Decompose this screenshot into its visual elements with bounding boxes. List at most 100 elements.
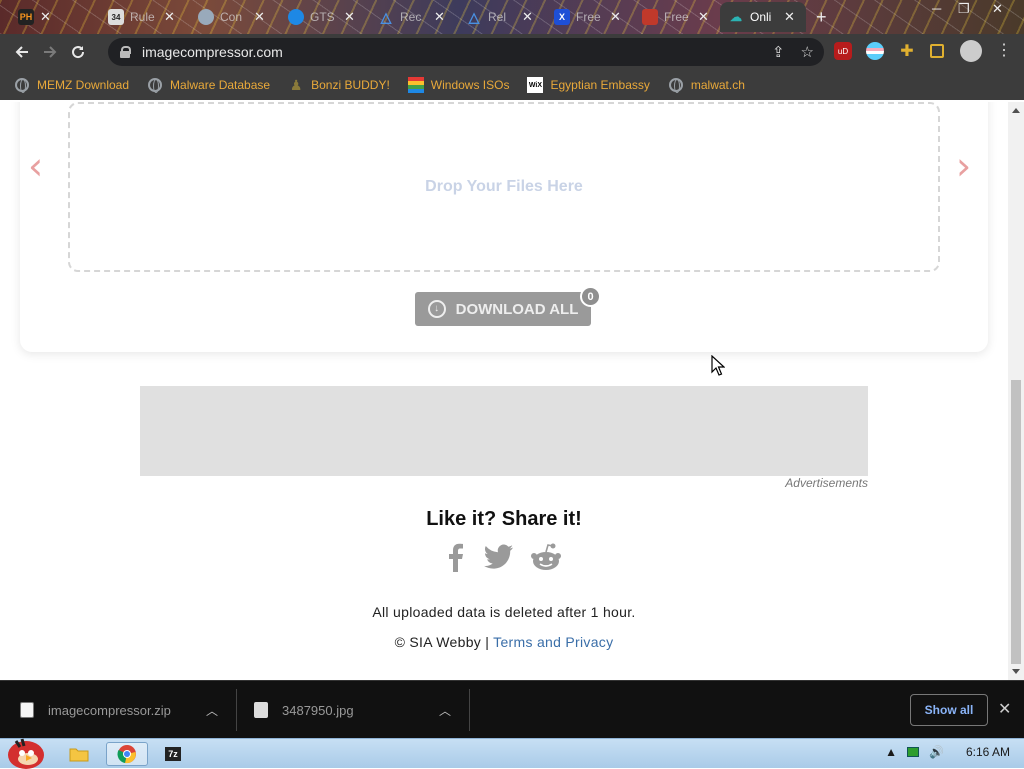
windows-taskbar: 7z ▲ 🔊 6:16 AM	[0, 738, 1024, 769]
carousel-next-icon[interactable]: ›	[956, 144, 971, 188]
zip-file-icon	[20, 702, 34, 718]
ublock-icon[interactable]: uD	[834, 42, 852, 60]
windows-flag-icon	[407, 77, 424, 93]
upload-card: Drop Your Files Here ‹ › ↓ DOWNLOAD ALL …	[20, 102, 988, 352]
browser-tab[interactable]: GTS ✕	[280, 2, 366, 32]
7zip-icon: 7z	[165, 747, 181, 761]
close-tab-icon[interactable]: ✕	[522, 9, 533, 25]
close-tab-icon[interactable]: ✕	[344, 9, 355, 25]
imagecompressor-icon: ☁	[730, 10, 742, 24]
profile-avatar[interactable]	[960, 40, 982, 62]
restore-icon[interactable]: ❐	[958, 1, 970, 17]
scroll-up-icon[interactable]	[1012, 108, 1020, 113]
ad-label: Advertisements	[785, 476, 868, 490]
bookmark-malwatch[interactable]: malwat.ch	[668, 77, 745, 93]
volume-icon[interactable]: 🔊	[929, 745, 944, 759]
bookmark-windows-isos[interactable]: Windows ISOs	[407, 77, 510, 93]
rel-icon: △	[468, 8, 480, 25]
close-tab-icon[interactable]: ✕	[254, 9, 265, 25]
con-icon	[198, 9, 214, 25]
close-tab-icon[interactable]: ✕	[434, 9, 445, 25]
show-all-button[interactable]: Show all	[910, 694, 988, 726]
page-viewport: Drop Your Files Here ‹ › ↓ DOWNLOAD ALL …	[0, 102, 1008, 680]
download-all-label: DOWNLOAD ALL	[455, 300, 579, 318]
gts-icon	[288, 9, 304, 25]
tab-label: Free	[576, 10, 601, 24]
bookmark-egyptian-embassy[interactable]: WiX Egyptian Embassy	[527, 77, 650, 93]
tab-label: Con	[220, 10, 243, 24]
browser-tab[interactable]: △ Rec ✕	[370, 2, 456, 32]
browser-tab[interactable]: Free ✕	[634, 2, 720, 32]
globe-icon	[147, 77, 163, 93]
menu-dots-icon[interactable]: ⋮	[996, 40, 1014, 59]
lock-icon[interactable]	[120, 46, 131, 58]
close-tab-icon[interactable]: ✕	[610, 9, 621, 25]
file-dropzone[interactable]: Drop Your Files Here	[68, 102, 940, 272]
browser-tab[interactable]: X Free ✕	[546, 2, 632, 32]
start-button-angry-bird-icon[interactable]	[2, 733, 48, 769]
scrollbar-thumb[interactable]	[1011, 380, 1021, 664]
url-text[interactable]: imagecompressor.com	[142, 44, 283, 60]
download-all-button[interactable]: ↓ DOWNLOAD ALL	[415, 292, 591, 326]
chevron-up-icon[interactable]: ︿	[206, 681, 218, 739]
copyright-text: © SIA Webby |	[394, 634, 494, 650]
network-icon[interactable]	[907, 747, 920, 757]
forward-icon[interactable]	[36, 38, 64, 66]
facebook-icon[interactable]	[444, 542, 468, 572]
download-filename: 3487950.jpg	[282, 702, 354, 718]
mouse-cursor-icon	[711, 355, 725, 376]
bookmark-star-icon[interactable]: ☆	[801, 43, 814, 61]
close-window-icon[interactable]: ✕	[992, 1, 1003, 17]
twitter-icon[interactable]	[484, 544, 514, 570]
bookmark-label: Windows ISOs	[430, 78, 510, 92]
tab-label: Free	[664, 10, 689, 24]
new-tab-button[interactable]: +	[816, 7, 827, 28]
close-tab-icon[interactable]: ✕	[40, 9, 51, 25]
address-bar[interactable]: imagecompressor.com ⇪ ☆	[108, 38, 824, 66]
side-panel-icon[interactable]	[930, 44, 944, 58]
chrome-icon	[117, 745, 136, 764]
share-icon[interactable]: ⇪	[772, 43, 785, 61]
browser-tab-active[interactable]: ☁ Onli ✕	[720, 2, 806, 32]
bookmarks-bar: MEMZ Download Malware Database ♟ Bonzi B…	[0, 70, 1024, 100]
flag-extension-icon[interactable]	[866, 42, 884, 60]
close-tab-icon[interactable]: ✕	[784, 9, 795, 25]
page-scrollbar[interactable]	[1008, 102, 1024, 680]
close-tab-icon[interactable]: ✕	[698, 9, 709, 25]
browser-tab[interactable]: △ Rel ✕	[458, 2, 544, 32]
taskbar-7zip[interactable]: 7z	[152, 742, 194, 766]
download-shelf: imagecompressor.zip ︿ 3487950.jpg ︿ Show…	[0, 680, 1024, 738]
scroll-down-icon[interactable]	[1012, 669, 1020, 674]
download-item[interactable]: imagecompressor.zip	[20, 681, 220, 739]
taskbar-explorer[interactable]	[58, 742, 100, 766]
bookmark-malware-database[interactable]: Malware Database	[147, 77, 270, 93]
ph-icon: PH	[18, 9, 34, 25]
taskbar-chrome[interactable]	[106, 742, 148, 766]
close-shelf-icon[interactable]: ✕	[998, 699, 1011, 719]
close-tab-icon[interactable]: ✕	[164, 9, 175, 25]
social-share-row	[444, 542, 562, 572]
x-icon: X	[554, 9, 570, 25]
bookmark-bonzi-buddy[interactable]: ♟ Bonzi BUDDY!	[288, 77, 390, 93]
download-item[interactable]: 3487950.jpg	[254, 681, 454, 739]
bookmark-label: Bonzi BUDDY!	[311, 78, 390, 92]
clock[interactable]: 6:16 AM	[966, 745, 1010, 759]
download-circle-icon: ↓	[427, 300, 446, 318]
ad-banner[interactable]	[140, 386, 868, 476]
browser-tab[interactable]: PH ✕	[10, 2, 98, 32]
back-icon[interactable]	[8, 38, 36, 66]
bookmark-label: MEMZ Download	[37, 78, 130, 92]
reload-icon[interactable]	[64, 38, 92, 66]
tray-expand-icon[interactable]: ▲	[885, 745, 897, 759]
carousel-prev-icon[interactable]: ‹	[28, 144, 43, 188]
extensions-puzzle-icon[interactable]: ✚	[898, 42, 916, 60]
terms-privacy-link[interactable]: Terms and Privacy	[493, 634, 613, 650]
shelf-divider	[236, 689, 237, 731]
bookmark-label: Egyptian Embassy	[550, 78, 650, 92]
browser-tab[interactable]: 34 Rule ✕	[100, 2, 186, 32]
browser-tab[interactable]: Con ✕	[190, 2, 276, 32]
minimize-icon[interactable]: ─	[932, 1, 941, 16]
chevron-up-icon[interactable]: ︿	[439, 681, 451, 739]
bookmark-memz[interactable]: MEMZ Download	[14, 77, 129, 93]
reddit-icon[interactable]	[530, 542, 562, 572]
